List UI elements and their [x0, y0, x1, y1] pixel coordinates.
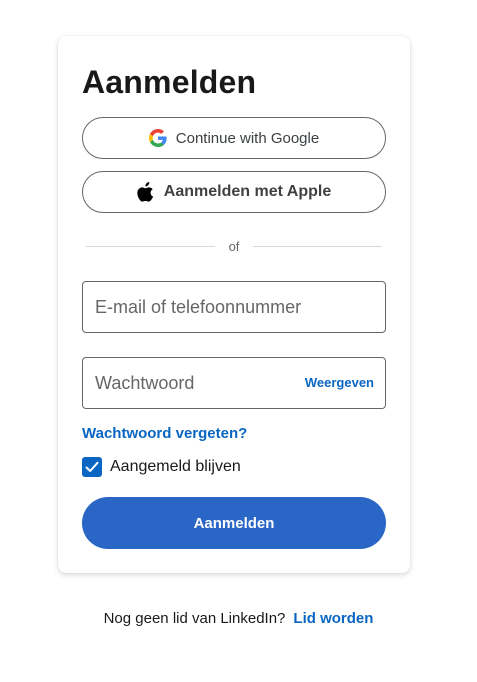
email-field-container	[82, 281, 386, 333]
sign-in-with-apple-button[interactable]: Aanmelden met Apple	[82, 171, 386, 213]
google-button-label: Continue with Google	[175, 129, 320, 147]
email-field[interactable]	[83, 282, 385, 332]
forgot-password-link[interactable]: Wachtwoord vergeten?	[82, 425, 247, 442]
checkmark-icon	[85, 461, 99, 472]
google-g-icon	[148, 129, 167, 147]
divider-line-left	[86, 245, 215, 247]
remember-me-label: Aangemeld blijven	[110, 458, 241, 475]
sign-in-button[interactable]: Aanmelden	[82, 497, 386, 549]
password-field-container: Weergeven	[82, 357, 386, 409]
apple-button-label: Aanmelden met Apple	[163, 183, 332, 200]
divider-line-right	[253, 245, 382, 247]
page-title: Aanmelden	[82, 64, 257, 100]
apple-logo-icon	[137, 182, 155, 202]
remember-me-option[interactable]: Aangemeld blijven	[82, 457, 241, 477]
join-now-link[interactable]: Lid worden	[293, 610, 373, 627]
or-divider: of	[86, 238, 382, 254]
login-card: Aanmelden Continue with Google Aanmelden…	[58, 36, 410, 573]
join-prompt: Nog geen lid van LinkedIn? Lid worden	[0, 610, 477, 627]
show-password-button[interactable]: Weergeven	[305, 375, 374, 390]
remember-me-checkbox[interactable]	[82, 457, 102, 477]
divider-text: of	[228, 238, 240, 254]
join-prompt-text: Nog geen lid van LinkedIn?	[103, 610, 286, 627]
continue-with-google-button[interactable]: Continue with Google	[82, 117, 386, 159]
